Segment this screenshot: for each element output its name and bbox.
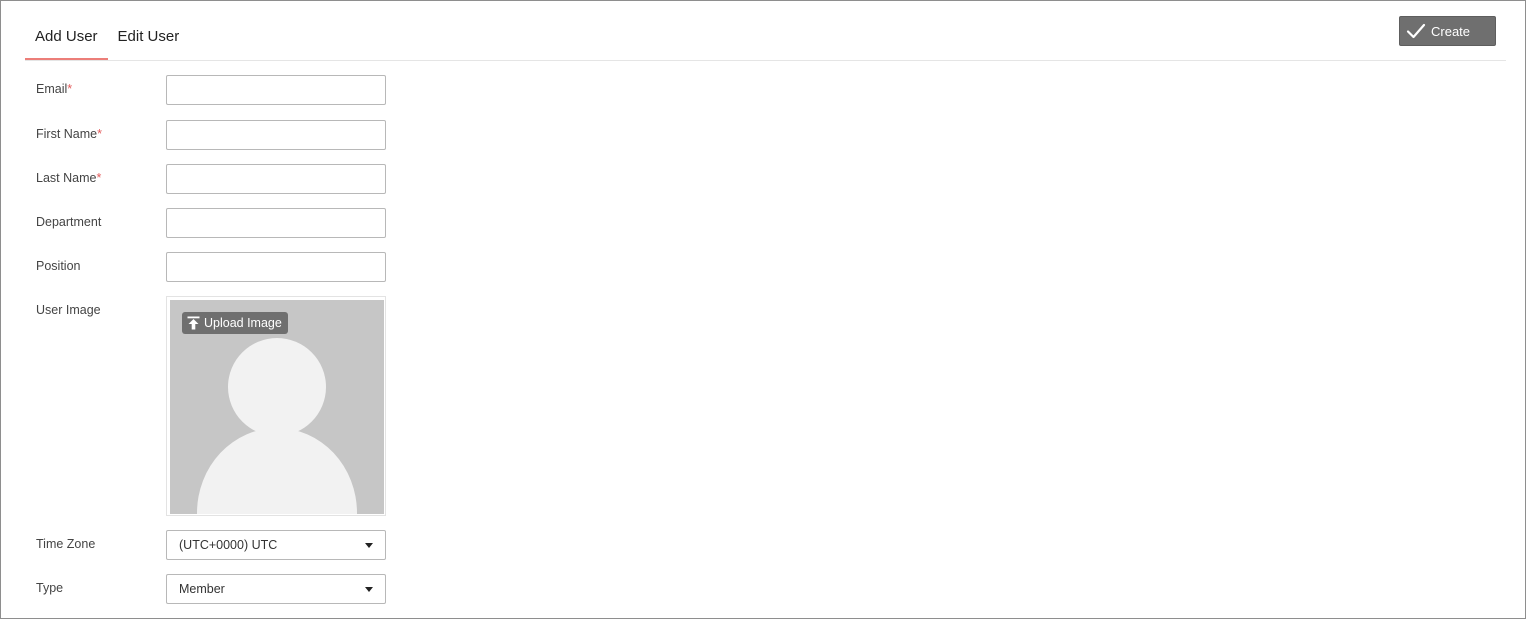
upload-image-label: Upload Image xyxy=(204,316,282,330)
upload-icon xyxy=(187,316,200,330)
avatar-placeholder-icon: Upload Image xyxy=(170,300,384,514)
caret-down-icon xyxy=(365,542,373,548)
avatar-body xyxy=(197,428,357,514)
type-label: Type xyxy=(36,581,64,595)
department-label: Department xyxy=(36,215,102,229)
first-name-field[interactable] xyxy=(166,120,386,150)
required-mark: * xyxy=(97,127,102,141)
avatar-head xyxy=(228,338,326,436)
type-select[interactable]: Member xyxy=(166,574,386,604)
tab-edit-user[interactable]: Edit User xyxy=(108,15,190,61)
last-name-field[interactable] xyxy=(166,164,386,194)
create-button-label: Create xyxy=(1431,23,1471,39)
tab-add-user[interactable]: Add User xyxy=(25,15,108,61)
tab-bar: Add User Edit User xyxy=(25,15,190,61)
check-icon xyxy=(1406,23,1426,39)
type-value: Member xyxy=(179,582,225,596)
user-image-box[interactable]: Upload Image xyxy=(166,296,386,516)
add-user-panel: Add User Edit User Create Email* First N… xyxy=(0,0,1526,619)
last-name-label: Last Name* xyxy=(36,171,102,185)
user-image-label: User Image xyxy=(36,303,101,317)
position-label: Position xyxy=(36,259,81,273)
required-mark: * xyxy=(96,171,102,185)
required-mark: * xyxy=(67,82,73,96)
email-field[interactable] xyxy=(166,75,386,105)
first-name-label: First Name* xyxy=(36,127,102,141)
email-label: Email* xyxy=(36,82,73,96)
department-field[interactable] xyxy=(166,208,386,238)
create-button[interactable]: Create xyxy=(1399,16,1496,46)
time-zone-label: Time Zone xyxy=(36,537,96,551)
caret-down-icon xyxy=(365,586,373,592)
tab-divider xyxy=(25,60,1506,61)
upload-image-button[interactable]: Upload Image xyxy=(182,312,288,334)
position-field[interactable] xyxy=(166,252,386,282)
time-zone-value: (UTC+0000) UTC xyxy=(179,538,278,552)
time-zone-select[interactable]: (UTC+0000) UTC xyxy=(166,530,386,560)
